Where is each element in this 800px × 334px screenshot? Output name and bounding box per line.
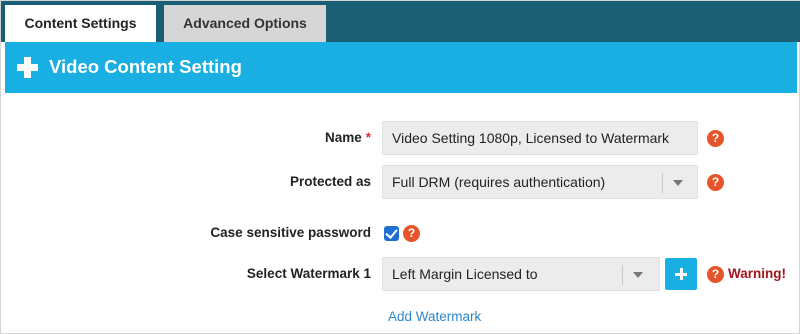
chevron-down-icon [673,180,683,186]
section-title: Video Content Setting [49,56,242,77]
help-icon[interactable]: ? [707,174,724,191]
add-watermark-button[interactable] [665,258,697,290]
required-marker: * [365,130,371,145]
tab-bar: Content Settings Advanced Options [1,1,800,42]
chevron-down-icon [633,272,643,278]
protected-as-value: Full DRM (requires authentication) [392,174,606,190]
tab-advanced-options[interactable]: Advanced Options [164,5,326,42]
case-sensitive-checkbox[interactable] [384,226,399,241]
section-header[interactable]: Video Content Setting [5,42,797,93]
name-row: Name * Video Setting 1080p, Licensed to W… [5,121,797,157]
name-label-text: Name [324,130,362,145]
watermark-row: Select Watermark 1 Left Margin Licensed … [5,257,797,293]
help-icon[interactable]: ? [707,130,724,147]
settings-form: Name * Video Setting 1080p, Licensed to W… [5,93,797,331]
warning-text: Warning! [728,266,786,281]
tab-content-settings[interactable]: Content Settings [5,5,156,42]
case-sensitive-row: Case sensitive password ? [5,221,797,245]
name-input[interactable]: Video Setting 1080p, Licensed to Waterma… [382,121,698,155]
help-icon[interactable]: ? [707,266,724,283]
watermark-value: Left Margin Licensed to [392,266,538,282]
protected-as-label: Protected as [289,174,371,189]
name-label: Name * [325,130,371,145]
plus-icon[interactable] [17,57,38,78]
protected-as-row: Protected as Full DRM (requires authenti… [5,165,797,201]
watermark-select[interactable]: Left Margin Licensed to [382,257,660,291]
add-watermark-link[interactable]: Add Watermark [388,309,481,324]
help-icon[interactable]: ? [403,225,420,242]
content-settings-panel: Content Settings Advanced Options Video … [0,0,800,334]
select-divider [622,265,623,285]
watermark-label: Select Watermark 1 [246,266,371,281]
protected-as-select[interactable]: Full DRM (requires authentication) [382,165,698,199]
case-sensitive-label: Case sensitive password [210,225,371,240]
select-divider [662,173,663,193]
